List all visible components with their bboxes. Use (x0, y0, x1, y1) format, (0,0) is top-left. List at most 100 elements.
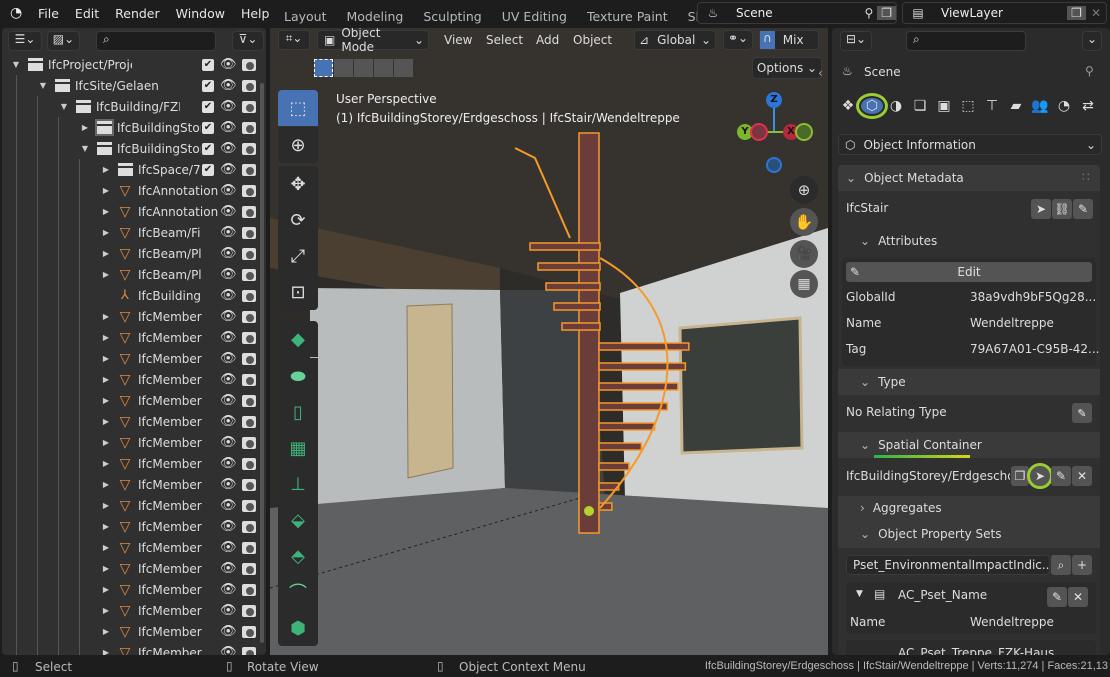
expand-closed-icon[interactable]: ▶ (100, 396, 112, 405)
eye-icon[interactable]: 👁 (220, 582, 237, 597)
outliner-row[interactable]: ▶ ▽ IfcMember 👁 (2, 411, 264, 432)
outliner-row-label[interactable]: IfcMember (138, 520, 222, 534)
snap-dropdown[interactable]: ∩ Mix (759, 30, 819, 50)
outliner-row[interactable]: ▶ ▽ IfcMember 👁 (2, 537, 264, 558)
render-camera-icon[interactable] (242, 310, 256, 323)
eye-icon[interactable]: 👁 (220, 78, 237, 93)
outliner-row[interactable]: ▶ ▽ IfcMember 👁 (2, 390, 264, 411)
select-box-tool[interactable]: ⬚ (278, 90, 318, 126)
tab-structural-icon[interactable]: ⬚ (957, 98, 979, 114)
eye-icon[interactable]: 👁 (220, 624, 237, 639)
eye-icon[interactable]: 👁 (220, 435, 237, 450)
render-camera-icon[interactable] (242, 625, 256, 638)
spatial-container-header[interactable]: Spatial Container (860, 438, 982, 452)
expand-closed-icon[interactable]: ▶ (100, 480, 112, 489)
outliner-row-label[interactable]: IfcMember (138, 604, 222, 618)
filter-icon[interactable]: ⊽⌄ (232, 31, 264, 51)
ifc-object-tool[interactable]: ⬢ (278, 610, 318, 646)
outliner-row-label[interactable]: IfcBeam/Pl (138, 247, 222, 261)
outliner-row[interactable]: ▶ ▽ IfcMember 👁 (2, 516, 264, 537)
ifc-slab-tool[interactable]: ⬬ (278, 358, 318, 394)
eye-icon[interactable]: 👁 (220, 561, 237, 576)
expand-open-icon[interactable]: ▼ (10, 60, 22, 69)
attributes-header[interactable]: Attributes (860, 234, 937, 248)
outliner-row[interactable]: ▶ ▽ IfcAnnotation 👁 (2, 201, 264, 222)
eye-icon[interactable]: 👁 (220, 99, 237, 114)
copy-container-icon[interactable]: ❐ (1011, 466, 1029, 486)
eye-icon[interactable]: 👁 (220, 225, 237, 240)
eye-icon[interactable]: 👁 (220, 477, 237, 492)
outliner-row[interactable]: ▶ ▽ IfcMember 👁 (2, 327, 264, 348)
menu-select[interactable]: Select (486, 33, 523, 47)
render-camera-icon[interactable] (242, 562, 256, 575)
render-camera-icon[interactable] (242, 163, 256, 176)
tab-layout[interactable]: Layout (274, 9, 337, 24)
render-camera-icon[interactable] (242, 289, 256, 302)
outliner-row-label[interactable]: IfcMember (138, 646, 222, 656)
expand-closed-icon[interactable]: ▶ (100, 417, 112, 426)
rotate-tool[interactable]: ⟳ (278, 202, 318, 238)
render-camera-icon[interactable] (242, 394, 256, 407)
render-camera-icon[interactable] (242, 457, 256, 470)
editor-type-dropdown[interactable]: ⌗⌄ (278, 30, 310, 50)
eye-icon[interactable]: 👁 (220, 540, 237, 555)
eye-icon[interactable]: 👁 (220, 372, 237, 387)
outliner-row[interactable]: ▶ ▽ IfcAnnotation 👁 (2, 180, 264, 201)
gizmo-z-axis[interactable]: Z (766, 92, 782, 108)
pin-icon[interactable]: ⚲ (860, 6, 877, 20)
tab-object-icon[interactable]: ⬡ (856, 93, 888, 119)
outliner-row-label[interactable]: IfcMember (138, 415, 222, 429)
render-camera-icon[interactable] (242, 478, 256, 491)
scene-selector[interactable]: ♨ Scene ⚲ ❐ (697, 2, 897, 24)
tab-sculpting[interactable]: Sculpting (413, 9, 491, 24)
type-header[interactable]: Type (860, 375, 906, 389)
eye-icon[interactable]: 👁 (220, 393, 237, 408)
select-extend-icon[interactable] (334, 59, 353, 77)
ifc-wall-tool[interactable]: ◆ (278, 321, 318, 357)
outliner-row-label[interactable]: IfcMember (138, 499, 222, 513)
exclude-checkbox[interactable]: ✔ (202, 142, 214, 155)
eye-icon[interactable]: 👁 (220, 498, 237, 513)
section-dropdown[interactable]: ⬡ Object Information ⌄ (838, 134, 1102, 155)
menu-file[interactable]: File (30, 6, 67, 21)
outliner-row-label[interactable]: IfcMember (138, 457, 222, 471)
outliner-row-label[interactable]: IfcBeam/Fi (138, 226, 222, 240)
outliner-row-label[interactable]: IfcAnnotation (138, 205, 222, 219)
remove-pset-icon[interactable]: ✕ (1068, 587, 1088, 607)
cursor-tool[interactable]: ⊕ (278, 127, 318, 163)
tab-uv-editing[interactable]: UV Editing (492, 9, 577, 24)
render-camera-icon[interactable] (242, 205, 256, 218)
exclude-checkbox[interactable]: ✔ (202, 58, 214, 71)
render-camera-icon[interactable] (242, 79, 256, 92)
render-camera-icon[interactable] (242, 268, 256, 281)
eye-icon[interactable]: 👁 (220, 141, 237, 156)
eye-icon[interactable]: 👁 (220, 645, 237, 655)
expand-closed-icon[interactable]: ▶ (100, 648, 112, 655)
tab-modeling[interactable]: Modeling (337, 9, 414, 24)
properties-editor-type[interactable]: ⊟⌄ (840, 31, 872, 51)
outliner-row-label[interactable]: IfcMember (138, 310, 222, 324)
eye-icon[interactable]: 👁 (220, 330, 237, 345)
eye-icon[interactable]: 👁 (220, 309, 237, 324)
tab-services-icon[interactable]: ⊤ (981, 98, 1003, 114)
render-camera-icon[interactable] (242, 604, 256, 617)
expand-closed-icon[interactable]: ▶ (100, 228, 112, 237)
object-property-sets-header[interactable]: Object Property Sets (860, 527, 1001, 541)
gizmo-neg-z[interactable] (766, 157, 782, 173)
properties-search-input[interactable]: ⌕ (906, 31, 1026, 51)
attr-value-tag[interactable]: 79A67A01-C95B-42... (970, 342, 1099, 356)
edit-type-icon[interactable]: ✎ (1072, 403, 1092, 423)
edit-attributes-button[interactable]: ✎ Edit (846, 262, 1092, 282)
menu-window[interactable]: Window (168, 6, 233, 21)
ifc-window-tool[interactable]: ▦ (278, 430, 318, 466)
expand-closed-icon[interactable]: ▶ (100, 564, 112, 573)
remove-view-layer-icon[interactable]: ✕ (1086, 6, 1106, 20)
outliner-row-label[interactable]: IfcMember (138, 373, 222, 387)
eye-icon[interactable]: 👁 (220, 120, 237, 135)
menu-view[interactable]: View (444, 33, 472, 47)
options-dropdown[interactable]: Options ⌄ (752, 57, 822, 79)
expand-closed-icon[interactable]: ▶ (100, 501, 112, 510)
expand-closed-icon[interactable]: ▶ (79, 123, 91, 132)
expand-open-icon[interactable]: ▼ (58, 102, 70, 111)
outliner-row-label[interactable]: IfcMember (138, 625, 222, 639)
